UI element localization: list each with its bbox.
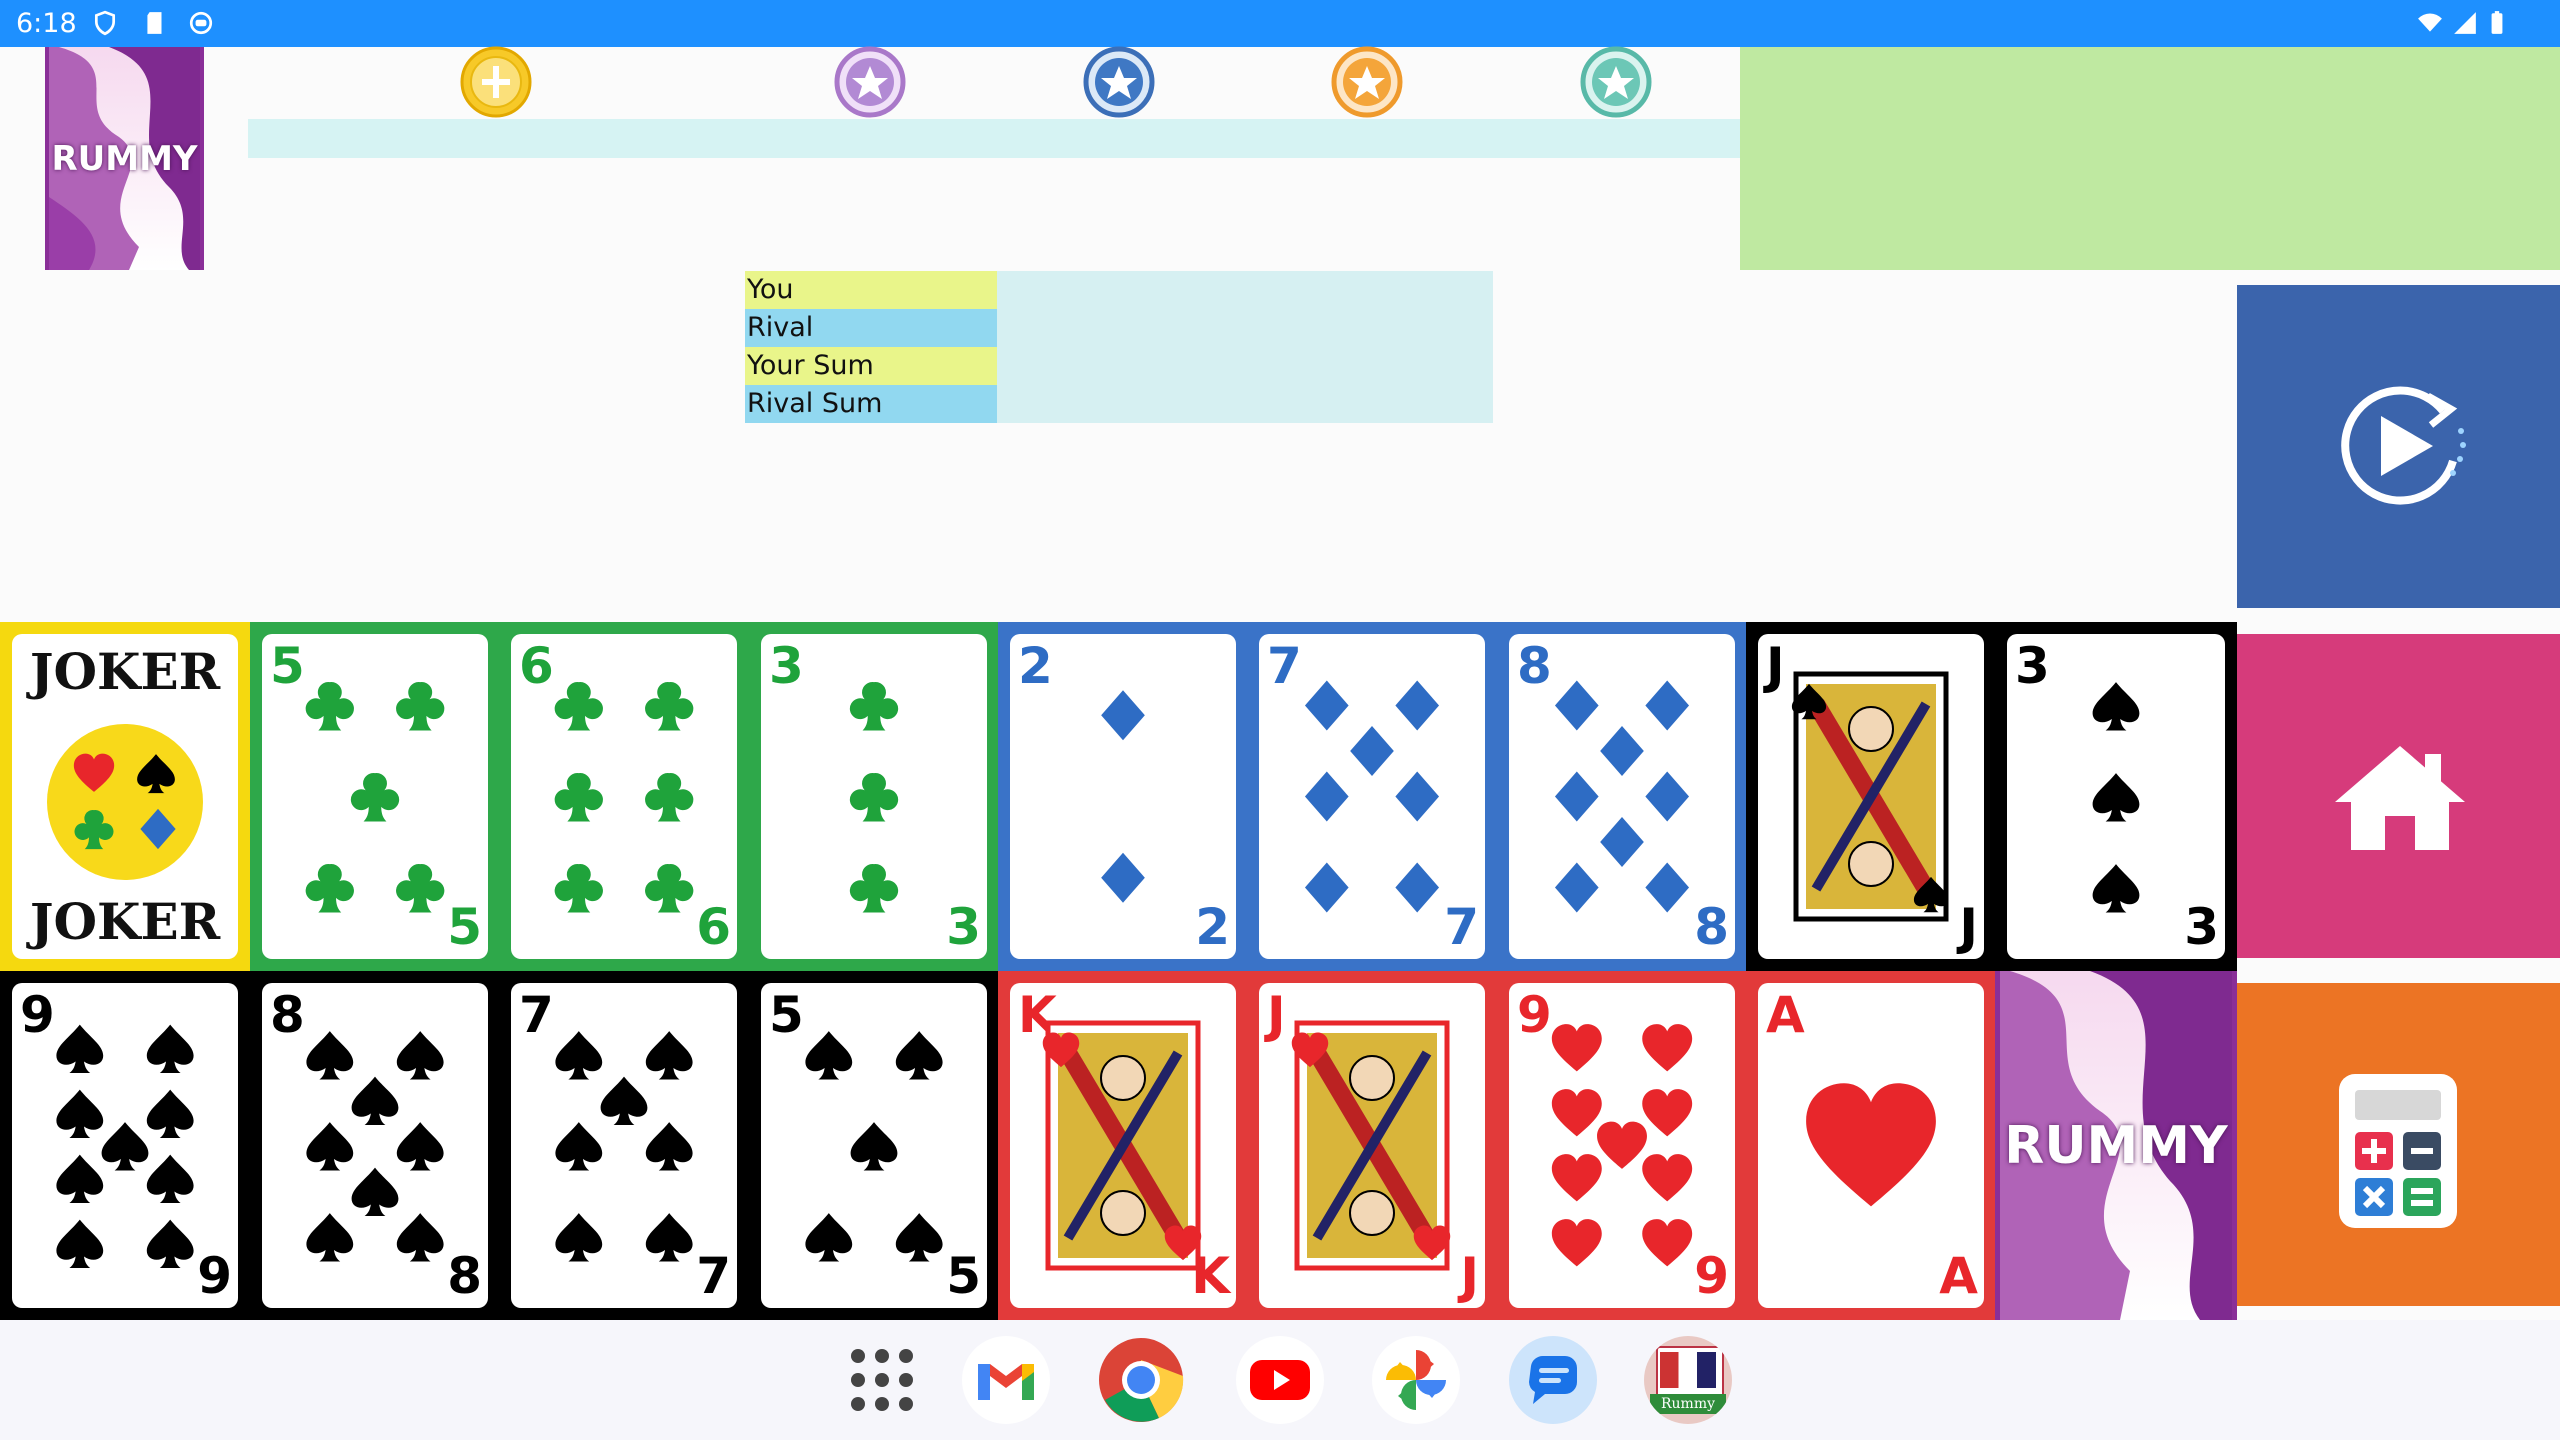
- card-7-spades[interactable]: 77: [499, 971, 749, 1320]
- score-table: You Rival Your Sum Rival Sum: [745, 271, 1493, 423]
- card-face: 77: [1259, 634, 1485, 959]
- card-back-label: RUMMY: [2004, 1116, 2228, 1176]
- card-5-clubs[interactable]: 55: [250, 622, 500, 971]
- shield-icon: [94, 10, 116, 36]
- card-face: 99: [12, 983, 238, 1308]
- app-drawer-icon[interactable]: [840, 1338, 924, 1422]
- card-face: JJ: [1259, 983, 1485, 1308]
- card-face: 77: [511, 983, 737, 1308]
- card-pips: [555, 1031, 693, 1262]
- card-k-hearts[interactable]: KK: [998, 971, 1248, 1320]
- card-face: 55: [262, 634, 488, 959]
- card-7-diamonds[interactable]: 77: [1247, 622, 1497, 971]
- score-label-your-sum: Your Sum: [745, 347, 997, 385]
- card-face: 55: [761, 983, 987, 1308]
- draw-deck[interactable]: RUMMY: [45, 47, 204, 270]
- mini-cards-graphic: [1660, 1352, 1716, 1388]
- photos-icon[interactable]: [1372, 1336, 1460, 1424]
- card-9-spades[interactable]: 99: [0, 971, 250, 1320]
- progress-track: [248, 119, 1740, 158]
- card-face: 66: [511, 634, 737, 959]
- card-face: 88: [1509, 634, 1735, 959]
- deck-label: RUMMY: [51, 139, 198, 179]
- card-face: 33: [761, 634, 987, 959]
- score-label-you: You: [745, 271, 997, 309]
- card-pips: [805, 1031, 943, 1262]
- card-pips: [1304, 680, 1440, 913]
- card-j-spades[interactable]: JJ: [1746, 622, 1996, 971]
- card-pips: [56, 1024, 194, 1268]
- score-label-rival: Rival: [745, 309, 997, 347]
- card-pips: [1806, 1083, 1936, 1207]
- card-pips: [1551, 1024, 1693, 1267]
- card-face: KK: [1010, 983, 1236, 1308]
- calculator-button[interactable]: [2237, 983, 2560, 1306]
- battery-icon: [2491, 11, 2503, 34]
- joker-label-top: JOKER: [29, 642, 221, 701]
- messages-icon[interactable]: [1509, 1336, 1597, 1424]
- rummy-app-label: Rummy: [1650, 1394, 1726, 1414]
- youtube-icon[interactable]: [1236, 1336, 1324, 1424]
- card-8-diamonds[interactable]: 88: [1497, 622, 1747, 971]
- purple-star-icon: [834, 46, 906, 118]
- card-9-hearts[interactable]: 99: [1497, 971, 1747, 1320]
- teal-star-icon: [1580, 46, 1652, 118]
- joker-label-bottom: JOKER: [29, 892, 221, 951]
- discard-area[interactable]: [1740, 47, 2560, 270]
- gmail-icon[interactable]: [962, 1336, 1050, 1424]
- sd-card-icon: [147, 12, 162, 34]
- replay-icon: [2341, 386, 2466, 505]
- wifi-icon: [2418, 13, 2442, 32]
- card-pips: [1554, 680, 1690, 913]
- orange-star-icon: [1331, 46, 1403, 118]
- card-8-spades[interactable]: 88: [250, 971, 500, 1320]
- replay-button[interactable]: [2237, 285, 2560, 608]
- rummy-app-icon[interactable]: Rummy: [1644, 1336, 1732, 1424]
- status-bar: 6:18: [0, 0, 2560, 47]
- card-6-clubs[interactable]: 66: [499, 622, 749, 971]
- card-rummy-back[interactable]: RUMMY: [1995, 971, 2237, 1320]
- card-pips: [554, 681, 694, 913]
- score-label-rival-sum: Rival Sum: [745, 385, 997, 423]
- card-pips: [1101, 690, 1145, 903]
- card-pips: [2092, 682, 2140, 913]
- card-pips: [1791, 671, 1949, 922]
- gold-coin-icon: [460, 46, 532, 118]
- card-pips: [1291, 1020, 1451, 1271]
- card-face: 88: [262, 983, 488, 1308]
- home-icon: [2335, 746, 2465, 850]
- blue-star-icon: [1083, 46, 1155, 118]
- chrome-icon[interactable]: [1097, 1336, 1185, 1424]
- card-pips: [305, 681, 445, 913]
- card-a-hearts[interactable]: AA: [1746, 971, 1996, 1320]
- card-pips: [306, 1031, 444, 1262]
- card-5-spades[interactable]: 55: [749, 971, 999, 1320]
- card-3-spades[interactable]: 33: [1995, 622, 2237, 971]
- card-face: JOKER JOKER: [12, 634, 238, 959]
- card-3-clubs[interactable]: 33: [749, 622, 999, 971]
- calculator-icon: [2339, 1074, 2457, 1228]
- card-face: AA: [1758, 983, 1984, 1308]
- card-joker-joker[interactable]: JOKER JOKER: [0, 622, 250, 971]
- card-face: 22: [1010, 634, 1236, 959]
- cell-signal-icon: [2454, 12, 2476, 34]
- card-face: 99: [1509, 983, 1735, 1308]
- card-pips: [849, 681, 899, 913]
- clock: 6:18: [16, 8, 77, 39]
- joker-suits-emblem: [47, 724, 203, 880]
- card-j-hearts[interactable]: JJ: [1247, 971, 1497, 1320]
- card-pips: [1042, 1020, 1202, 1271]
- home-button[interactable]: [2237, 634, 2560, 958]
- card-face: 33: [2007, 634, 2225, 959]
- card-face: JJ: [1758, 634, 1984, 959]
- card-2-diamonds[interactable]: 22: [998, 622, 1248, 971]
- sync-icon: [189, 11, 213, 35]
